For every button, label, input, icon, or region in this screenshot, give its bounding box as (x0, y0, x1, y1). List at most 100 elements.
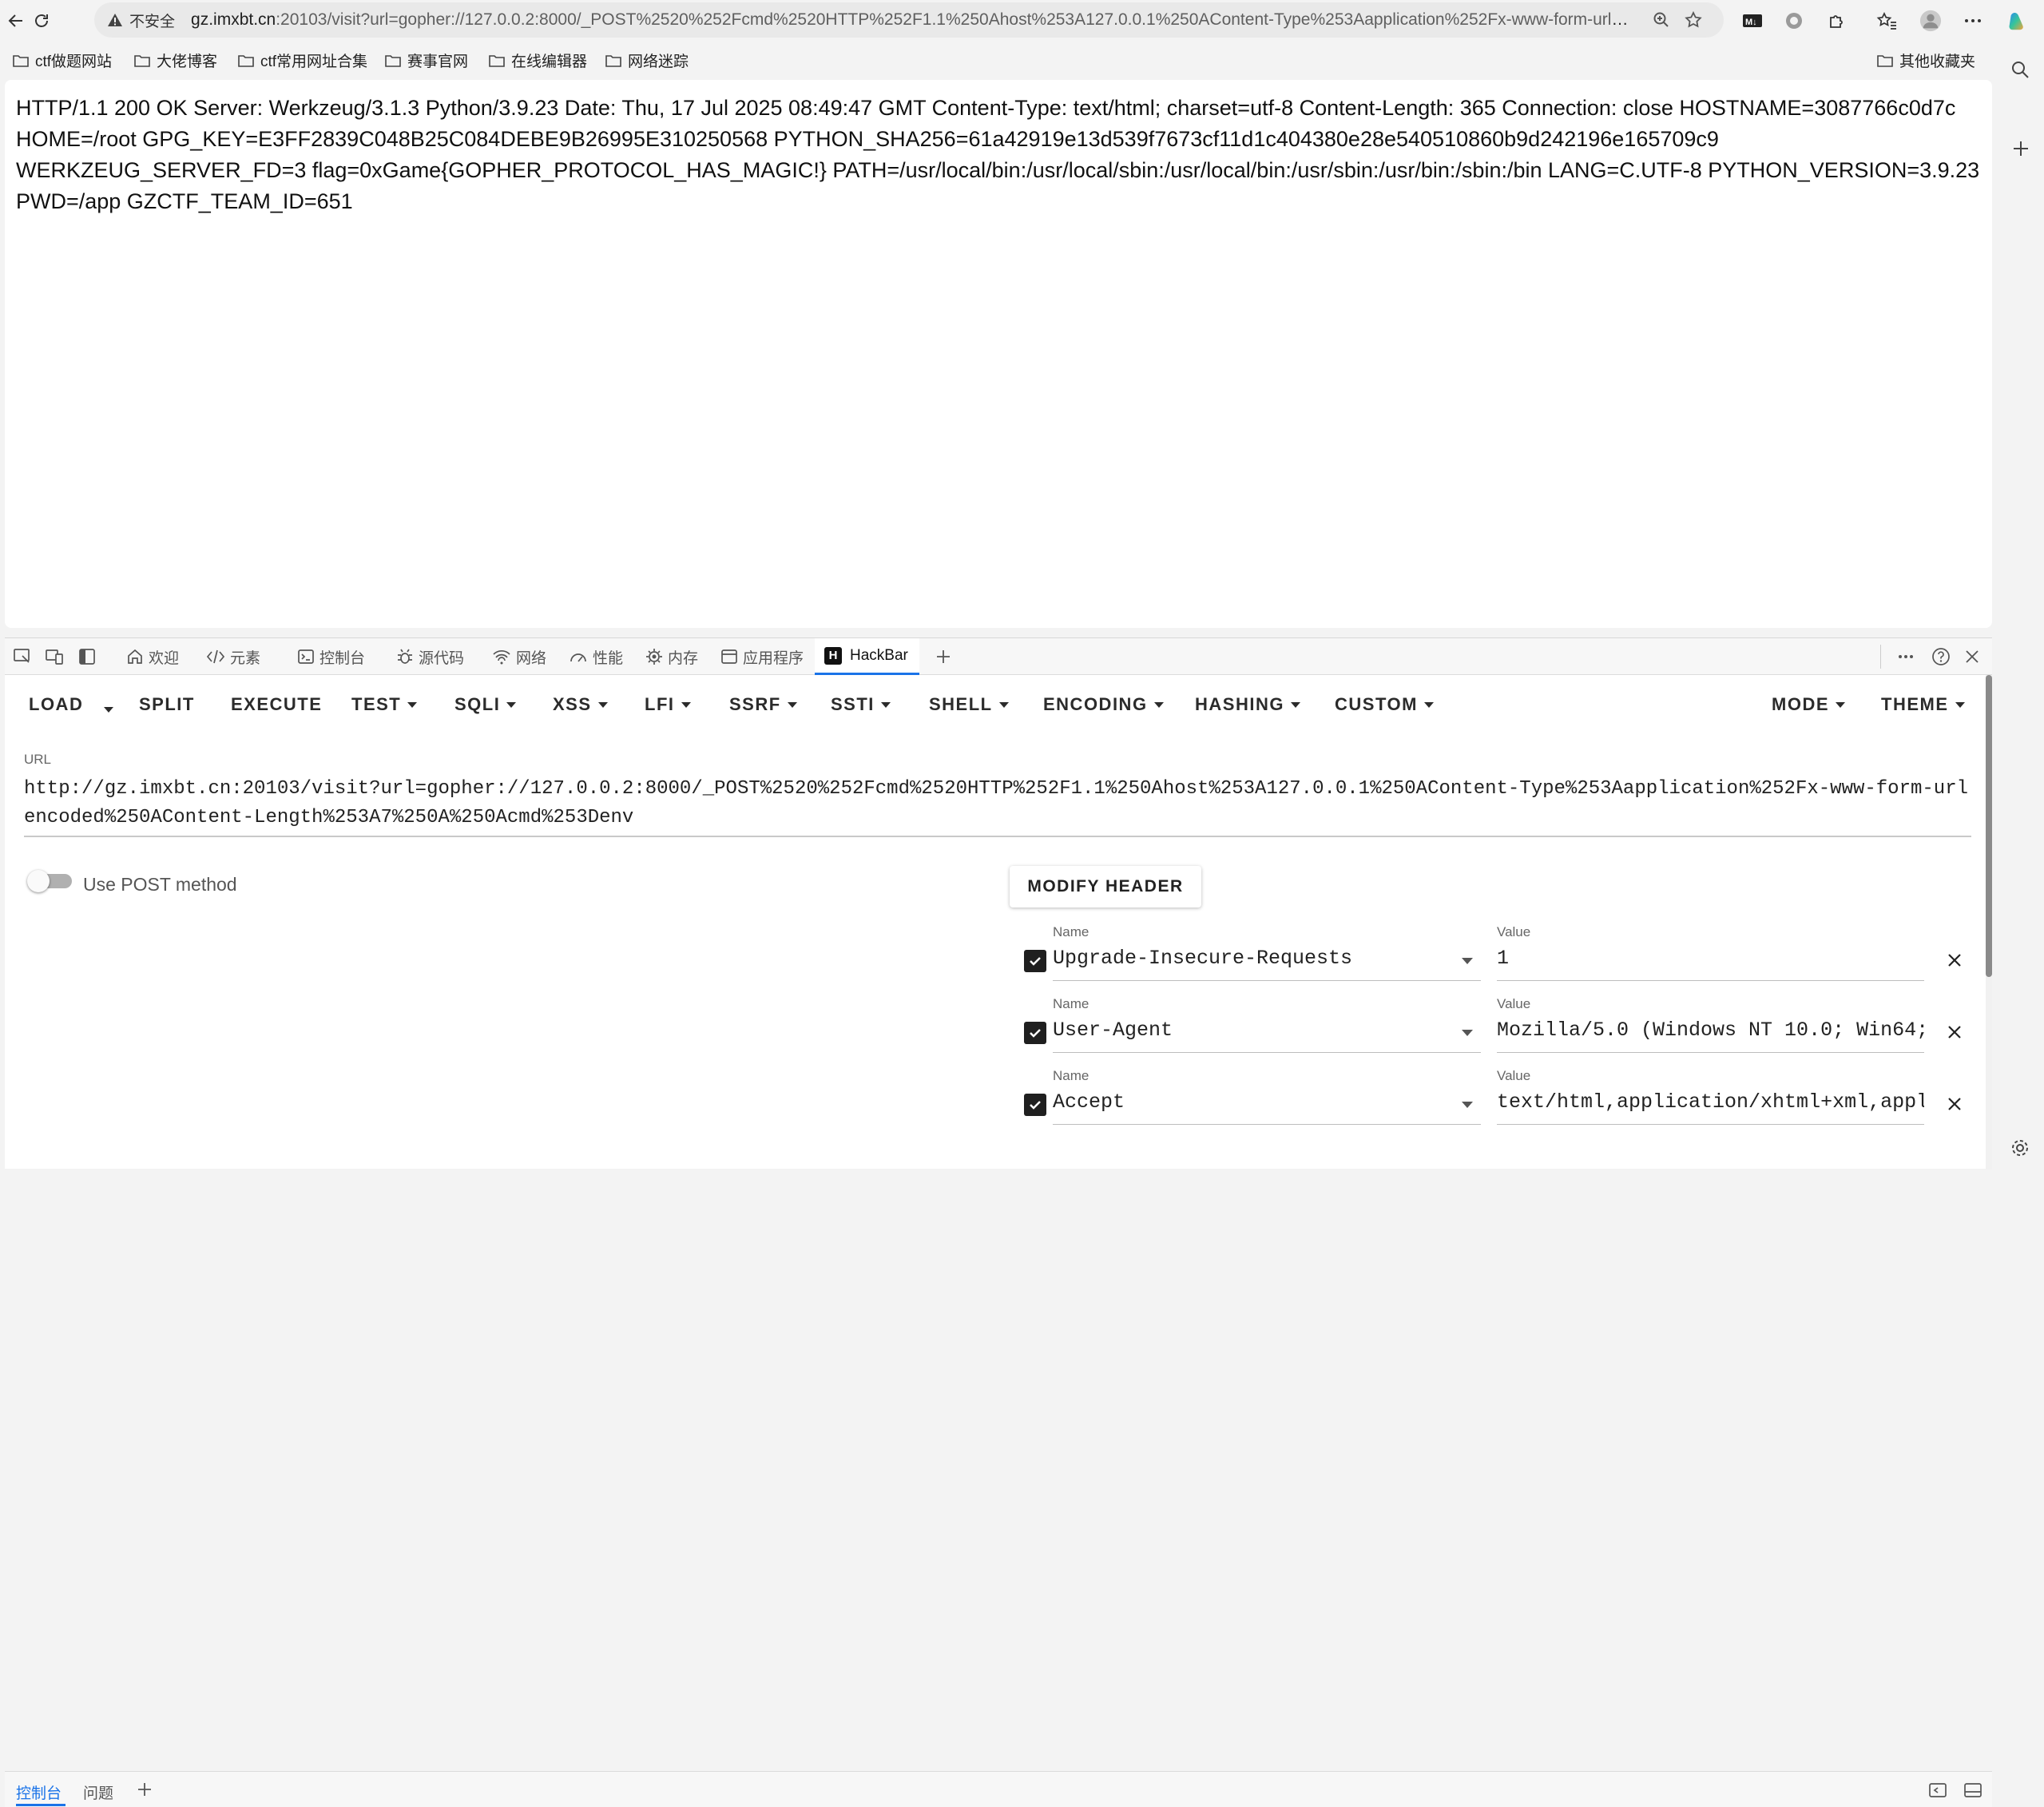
bookmark-folder[interactable]: 网络迷踪 (605, 50, 689, 71)
bookmark-folder[interactable]: ctf做题网站 (13, 50, 112, 71)
bookmark-label: ctf做题网站 (35, 54, 113, 70)
favorite-star-icon[interactable] (1684, 10, 1703, 30)
header-enabled-checkbox[interactable] (1024, 950, 1046, 972)
header-name-input[interactable]: Upgrade-Insecure-Requests (1053, 947, 1476, 970)
warning-icon (108, 14, 122, 26)
tab-label: 源代码 (419, 649, 465, 667)
close-devtools-icon[interactable] (1963, 648, 1981, 665)
header-enabled-checkbox[interactable] (1024, 1022, 1046, 1044)
add-icon[interactable] (2011, 139, 2030, 158)
copilot-icon[interactable] (2006, 10, 2029, 32)
bookmark-folder[interactable]: 大佬博客 (134, 50, 217, 71)
zoom-icon[interactable] (1652, 10, 1671, 30)
lfi-menu[interactable]: LFI (645, 694, 691, 715)
drawer-tab-issues[interactable]: 问题 (83, 1781, 113, 1803)
bookmark-label: 在线编辑器 (511, 54, 588, 70)
remove-header-icon[interactable] (1944, 1022, 1965, 1042)
help-icon[interactable] (1931, 647, 1951, 666)
address-bar[interactable]: 不安全 gz.imxbt.cn:20103/visit?url=gopher:/… (94, 2, 1724, 38)
tab-welcome[interactable]: 欢迎 (126, 638, 179, 675)
bookmark-label: ctf常用网址合集 (260, 54, 368, 70)
header-row: Name User-Agent Value Mozilla/5.0 (Windo… (1018, 996, 1968, 1060)
ssrf-menu[interactable]: SSRF (729, 694, 797, 715)
tab-elements[interactable]: 元素 (206, 638, 260, 675)
header-name-label: Name (1053, 996, 1089, 1011)
sqli-menu[interactable]: SQLI (454, 694, 517, 715)
header-name-dropdown-icon[interactable] (1462, 1102, 1473, 1108)
favorites-icon[interactable] (1875, 10, 1898, 32)
url-input[interactable]: http://gz.imxbt.cn:20103/visit?url=gophe… (24, 775, 1973, 832)
checkmark-icon (1030, 1101, 1041, 1110)
settings-gear-icon[interactable] (2010, 1138, 2030, 1158)
drawer-tab-console[interactable]: 控制台 (16, 1781, 62, 1803)
bookmark-folder[interactable]: 在线编辑器 (489, 50, 587, 71)
dock-drawer-icon[interactable] (1928, 1781, 1947, 1799)
hashing-menu[interactable]: HASHING (1195, 694, 1300, 715)
close-drawer-icon[interactable] (1963, 1781, 1982, 1799)
split-button[interactable]: SPLIT (139, 694, 195, 715)
reload-button[interactable] (26, 5, 58, 37)
header-enabled-checkbox[interactable] (1024, 1094, 1046, 1116)
dock-side-icon[interactable] (78, 648, 96, 665)
header-value-label: Value (1497, 996, 1531, 1011)
url-input-underline (24, 836, 1971, 837)
device-emulation-icon[interactable] (45, 648, 64, 665)
more-options-icon[interactable] (1896, 648, 1915, 665)
encoding-menu[interactable]: ENCODING (1043, 694, 1164, 715)
code-tag-icon (206, 649, 225, 664)
inspect-element-icon[interactable] (13, 648, 32, 665)
bookmark-folder[interactable]: 赛事官网 (385, 50, 468, 71)
execute-button[interactable]: EXECUTE (231, 694, 322, 715)
search-icon[interactable] (2010, 59, 2030, 80)
xss-menu[interactable]: XSS (553, 694, 608, 715)
remove-header-icon[interactable] (1944, 950, 1965, 971)
extension-circle-icon[interactable] (1783, 10, 1805, 32)
header-name-input[interactable]: User-Agent (1053, 1019, 1476, 1042)
tab-console[interactable]: 控制台 (297, 638, 365, 675)
tab-sources[interactable]: 源代码 (396, 638, 464, 675)
add-drawer-tab-icon[interactable] (136, 1781, 153, 1798)
load-button[interactable]: LOAD (29, 694, 83, 715)
markdown-extension-icon[interactable]: M↓ (1741, 10, 1764, 32)
security-indicator[interactable]: 不安全 (107, 10, 175, 31)
header-value-label: Value (1497, 924, 1531, 939)
header-value-input[interactable]: 1 (1497, 947, 1924, 970)
hackbar-scrollbar[interactable] (1986, 675, 1992, 1170)
shell-menu[interactable]: SHELL (929, 694, 1009, 715)
header-value-input[interactable]: Mozilla/5.0 (Windows NT 10.0; Win64; x64… (1497, 1019, 1924, 1042)
mode-menu[interactable]: MODE (1772, 694, 1845, 715)
load-dropdown-button[interactable] (104, 702, 113, 717)
scrollbar-thumb[interactable] (1986, 675, 1992, 977)
ssti-menu[interactable]: SSTI (831, 694, 891, 715)
security-label: 不安全 (129, 13, 176, 30)
bookmark-folder[interactable]: ctf常用网址合集 (238, 50, 367, 71)
tab-network[interactable]: 网络 (492, 638, 546, 675)
bug-icon (398, 649, 412, 664)
tab-performance[interactable]: 性能 (569, 638, 623, 675)
url-text[interactable]: gz.imxbt.cn:20103/visit?url=gopher://127… (191, 10, 1637, 30)
tab-label: 欢迎 (149, 649, 180, 667)
custom-menu[interactable]: CUSTOM (1335, 694, 1434, 715)
header-value-input[interactable]: text/html,application/xhtml+xml,applicat… (1497, 1090, 1924, 1114)
header-name-dropdown-icon[interactable] (1462, 958, 1473, 964)
tab-label: 性能 (593, 649, 624, 667)
theme-menu[interactable]: THEME (1881, 694, 1965, 715)
tab-memory[interactable]: 内存 (645, 638, 698, 675)
profile-avatar-icon[interactable] (1919, 10, 1942, 32)
tab-hackbar[interactable]: H HackBar (815, 638, 919, 675)
checkmark-icon (1030, 957, 1041, 966)
remove-header-icon[interactable] (1944, 1094, 1965, 1114)
tab-label: 内存 (668, 649, 699, 667)
header-name-dropdown-icon[interactable] (1462, 1030, 1473, 1036)
modify-header-button[interactable]: MODIFY HEADER (1010, 866, 1201, 907)
more-menu-icon[interactable] (1962, 10, 1984, 32)
folder-icon (1877, 54, 1893, 67)
input-underline (1053, 980, 1481, 981)
header-name-input[interactable]: Accept (1053, 1090, 1476, 1114)
tab-application[interactable]: 应用程序 (720, 638, 804, 675)
post-method-toggle[interactable] (27, 868, 73, 892)
add-tab-icon[interactable] (935, 648, 952, 665)
test-menu[interactable]: TEST (351, 694, 418, 715)
other-bookmarks-folder[interactable]: 其他收藏夹 (1877, 50, 1975, 71)
extensions-puzzle-icon[interactable] (1826, 10, 1848, 32)
